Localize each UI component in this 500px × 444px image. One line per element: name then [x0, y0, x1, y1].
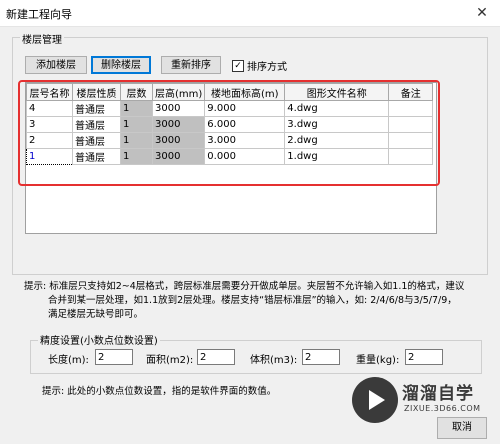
- cell-elevation[interactable]: 3.000: [204, 132, 286, 149]
- cell-floor-name-selected[interactable]: 1: [26, 148, 73, 165]
- hint-line: 满足楼层无缺号即可。: [48, 309, 144, 320]
- cell-floor-name[interactable]: 3: [26, 116, 73, 133]
- sort-mode-checkbox[interactable]: ✓ 排序方式: [232, 58, 287, 73]
- window-title: 新建工程向导: [6, 8, 72, 21]
- volume-label: 体积(m3):: [250, 355, 298, 366]
- volume-precision-input[interactable]: 2: [302, 349, 340, 365]
- cell-floor-count: 1: [120, 148, 153, 165]
- table-row[interactable]: 2 普通层 1 3000 3.000 2.dwg: [26, 132, 434, 149]
- table-header-row: 层号名称 楼层性质 层数 层高(mm) 楼地面标高(m) 图形文件名称 备注: [26, 83, 434, 101]
- area-label: 面积(m2):: [146, 355, 194, 366]
- header-floor-name[interactable]: 层号名称: [26, 83, 73, 101]
- watermark-url: ZIXUE.3D66.COM: [404, 404, 481, 413]
- cell-floor-count: 1: [120, 116, 153, 133]
- floor-table[interactable]: 层号名称 楼层性质 层数 层高(mm) 楼地面标高(m) 图形文件名称 备注 4…: [25, 82, 437, 234]
- cell-elevation[interactable]: 9.000: [204, 100, 286, 117]
- table-row[interactable]: 3 普通层 1 3000 6.000 3.dwg: [26, 116, 434, 133]
- cell-floor-name[interactable]: 4: [26, 100, 73, 117]
- watermark-brand: 溜溜自学: [402, 384, 474, 404]
- cell-floor-count: 1: [120, 132, 153, 149]
- table-row[interactable]: 1 普通层 1 3000 0.000 1.dwg: [26, 148, 434, 165]
- header-remarks[interactable]: 备注: [388, 83, 434, 101]
- cell-floor-height: 3000: [151, 116, 206, 133]
- header-drawing-file[interactable]: 图形文件名称: [284, 83, 390, 101]
- floor-table-grid: 层号名称 楼层性质 层数 层高(mm) 楼地面标高(m) 图形文件名称 备注 4…: [26, 83, 434, 165]
- cell-remarks[interactable]: [388, 132, 434, 149]
- cell-remarks[interactable]: [388, 116, 434, 133]
- title-bar: 新建工程向导 ✕: [0, 0, 500, 27]
- length-label: 长度(m):: [48, 355, 89, 366]
- header-floor-height[interactable]: 层高(mm): [151, 83, 206, 101]
- sort-mode-label: 排序方式: [247, 62, 287, 73]
- cell-floor-height: 3000: [151, 132, 206, 149]
- cell-floor-height: 3000: [151, 148, 206, 165]
- table-row[interactable]: 4 普通层 1 3000 9.000 4.dwg: [26, 100, 434, 117]
- dialog-body: 楼层管理 添加楼层 删除楼层 重新排序 ✓ 排序方式 层号名称 楼层性质 层数 层…: [0, 27, 500, 444]
- cell-drawing-file[interactable]: 4.dwg: [284, 100, 390, 117]
- header-floor-type[interactable]: 楼层性质: [72, 83, 121, 101]
- cell-floor-height[interactable]: 3000: [151, 100, 206, 117]
- add-floor-button[interactable]: 添加楼层: [25, 56, 87, 74]
- weight-label: 重量(kg):: [356, 355, 400, 366]
- hint-standard-floor: 提示: 标准层只支持如2~4层格式，跨层标准层需要分开做成单层。夹层暂不允许输入…: [24, 280, 489, 322]
- checkbox-check-icon[interactable]: ✓: [232, 60, 244, 72]
- cell-remarks[interactable]: [388, 100, 434, 117]
- cell-drawing-file[interactable]: 1.dwg: [284, 148, 390, 165]
- area-precision-input[interactable]: 2: [197, 349, 235, 365]
- cell-drawing-file[interactable]: 2.dwg: [284, 132, 390, 149]
- cell-floor-name[interactable]: 2: [26, 132, 73, 149]
- cell-floor-type[interactable]: 普通层: [72, 100, 121, 117]
- hint-line: 合并到某一层处理，如1.1放到2层处理。楼层支持“错层标准层”的输入，如: 2/…: [48, 295, 457, 306]
- header-floor-count[interactable]: 层数: [120, 83, 153, 101]
- precision-group-label: 精度设置(小数点位数设置): [38, 332, 160, 347]
- cancel-button[interactable]: 取消: [437, 417, 487, 439]
- hint-precision: 提示: 此处的小数点位数设置，指的是软件界面的数值。: [42, 386, 277, 397]
- header-elevation[interactable]: 楼地面标高(m): [204, 83, 286, 101]
- cell-floor-type[interactable]: 普通层: [72, 132, 121, 149]
- play-triangle-icon: [369, 390, 385, 410]
- length-precision-input[interactable]: 2: [95, 349, 133, 365]
- cell-floor-type[interactable]: 普通层: [72, 148, 121, 165]
- cell-elevation[interactable]: 6.000: [204, 116, 286, 133]
- cell-floor-type[interactable]: 普通层: [72, 116, 121, 133]
- cell-drawing-file[interactable]: 3.dwg: [284, 116, 390, 133]
- hint-line: 提示: 标准层只支持如2~4层格式，跨层标准层需要分开做成单层。夹层暂不允许输入…: [24, 281, 465, 292]
- cell-floor-count: 1: [120, 100, 153, 117]
- delete-floor-button[interactable]: 删除楼层: [91, 56, 151, 74]
- floor-management-label: 楼层管理: [20, 31, 64, 46]
- weight-precision-input[interactable]: 2: [405, 349, 443, 365]
- cell-elevation[interactable]: 0.000: [204, 148, 286, 165]
- reorder-button[interactable]: 重新排序: [161, 56, 221, 74]
- cell-remarks[interactable]: [388, 148, 434, 165]
- close-icon[interactable]: ✕: [464, 0, 500, 26]
